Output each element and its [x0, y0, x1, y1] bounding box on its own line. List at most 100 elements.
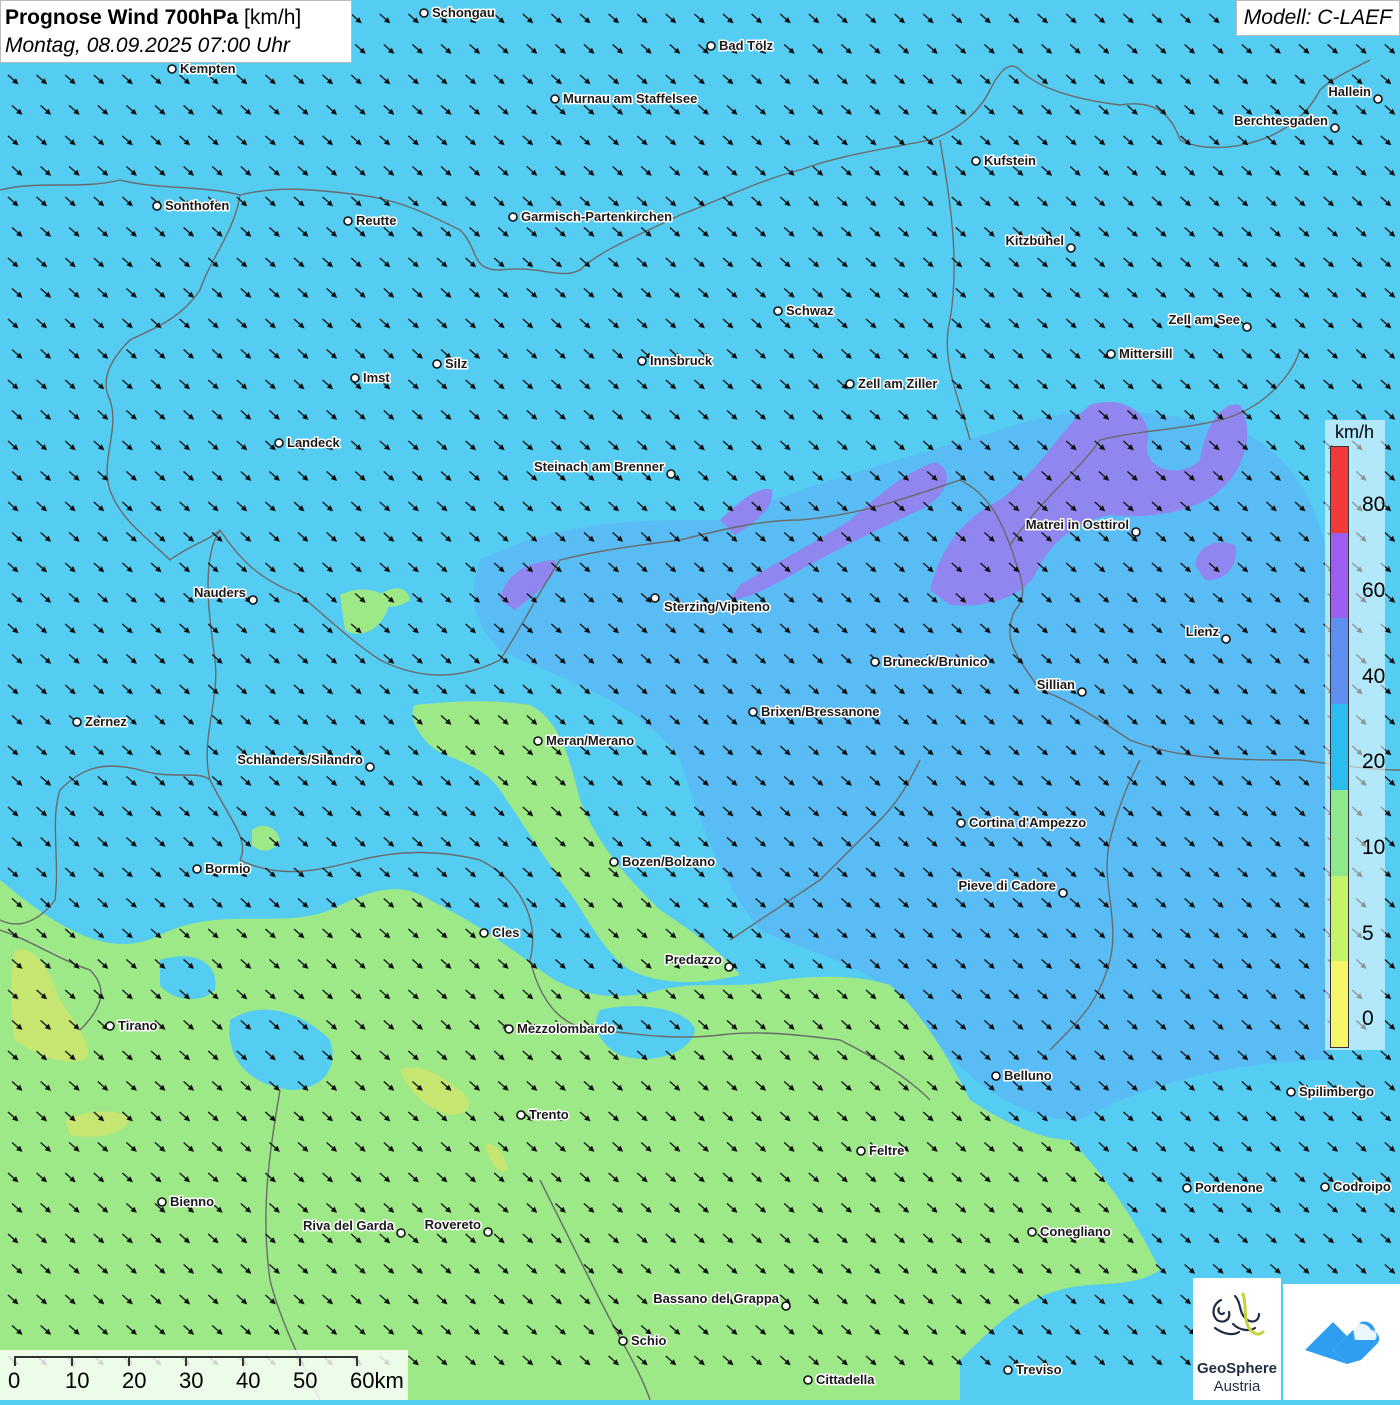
city-label: Silz [445, 356, 468, 371]
scale-tick [185, 1356, 187, 1366]
city-dot-icon [432, 359, 442, 369]
city-marker[interactable]: Mezzolombardo [504, 1020, 617, 1038]
city-marker[interactable]: Schongau [419, 4, 496, 22]
legend-colorbar [1330, 446, 1349, 1048]
city-dot-icon [650, 593, 660, 603]
weather-app-icon [1305, 1321, 1380, 1364]
city-label: Schongau [432, 5, 495, 20]
city-dot-icon [724, 962, 734, 972]
city-dot-icon [1077, 687, 1087, 697]
city-dot-icon [637, 356, 647, 366]
city-label: Pieve di Cadore [958, 878, 1056, 893]
city-label: Mezzolombardo [517, 1021, 615, 1036]
scale-tick [128, 1356, 130, 1366]
city-label: Schlanders/Silandro [237, 752, 363, 767]
city-label: Spilimbergo [1299, 1084, 1374, 1099]
scale-label: 30 [179, 1368, 204, 1393]
legend: km/h 80 60 40 20 10 5 0 [1325, 420, 1385, 1050]
city-dot-icon [365, 762, 375, 772]
city-dot-icon [618, 1336, 628, 1346]
title-main: Prognose Wind 700hPa [5, 6, 239, 29]
city-label: Pordenone [1195, 1180, 1263, 1195]
city-label: Conegliano [1040, 1224, 1111, 1239]
city-label: Imst [363, 370, 390, 385]
city-marker[interactable]: Garmisch-Partenkirchen [508, 208, 674, 226]
city-dot-icon [845, 379, 855, 389]
city-marker[interactable]: Innsbruck [637, 352, 714, 370]
city-marker[interactable]: Sonthofen [152, 197, 231, 215]
city-dot-icon [956, 818, 966, 828]
city-dot-icon [1320, 1182, 1330, 1192]
city-label: Kufstein [984, 153, 1036, 168]
city-label: Bormio [205, 861, 251, 876]
city-label: Reutte [356, 213, 396, 228]
city-marker[interactable]: Cortina d'Ampezzo [956, 814, 1088, 832]
city-marker[interactable]: Bozen/Bolzano [609, 853, 717, 871]
city-dot-icon [248, 595, 258, 605]
scale-tick [71, 1356, 73, 1366]
legend-label: 80 [1362, 493, 1386, 517]
city-marker[interactable]: Conegliano [1027, 1223, 1112, 1241]
scale-bar: 0 10 20 30 40 50 60km [0, 1350, 408, 1400]
city-label: Zell am See [1168, 312, 1240, 327]
model-label: Modell: C-LAEF [1235, 0, 1400, 36]
city-dot-icon [856, 1146, 866, 1156]
scale-label: 50 [293, 1368, 318, 1393]
title-box: Prognose Wind 700hPa [km/h] Montag, 08.0… [0, 0, 352, 63]
legend-label: 10 [1362, 836, 1386, 859]
city-label: Zernez [85, 714, 127, 729]
city-marker[interactable]: Spilimbergo [1286, 1083, 1376, 1101]
city-label: Kempten [180, 61, 236, 76]
city-label: Bruneck/Brunico [883, 654, 988, 669]
legend-swatch [1331, 704, 1348, 790]
legend-swatch [1331, 447, 1348, 533]
city-marker[interactable]: Brixen/Bressanone [748, 703, 881, 721]
city-dot-icon [479, 928, 489, 938]
legend-label: 5 [1362, 921, 1374, 945]
city-dot-icon [167, 64, 177, 74]
city-label: Cortina d'Ampezzo [969, 815, 1086, 830]
city-label: Kitzbühel [1006, 233, 1065, 248]
city-label: Tirano [118, 1018, 158, 1033]
city-dot-icon [533, 736, 543, 746]
weather-app-logo[interactable] [1283, 1284, 1400, 1400]
city-label: Zell am Ziller [858, 376, 937, 391]
city-dot-icon [1058, 888, 1068, 898]
city-marker[interactable]: Meran/Merano [533, 732, 636, 750]
city-dot-icon [1131, 527, 1141, 537]
city-label: Treviso [1016, 1362, 1062, 1377]
city-dot-icon [773, 306, 783, 316]
legend-label: 40 [1362, 664, 1386, 688]
legend-swatch [1331, 875, 1348, 962]
wind-map[interactable]: Schongau Bad Tölz Kempten Murnau am Staffel… [0, 0, 1400, 1400]
city-marker[interactable]: Bruneck/Brunico [870, 653, 989, 671]
city-label: Mittersill [1119, 346, 1172, 361]
city-dot-icon [1066, 243, 1076, 253]
city-label: Murnau am Staffelsee [563, 91, 697, 106]
forecast-datetime: Montag, 08.09.2025 07:00 Uhr [5, 34, 290, 57]
city-dot-icon [483, 1227, 493, 1237]
city-dot-icon [1027, 1227, 1037, 1237]
city-dot-icon [748, 707, 758, 717]
city-label: Cles [492, 925, 519, 940]
city-marker[interactable]: Zell am Ziller [845, 375, 939, 393]
city-marker[interactable]: Murnau am Staffelsee [550, 90, 699, 108]
city-label: Landeck [287, 435, 341, 450]
city-label: Rovereto [425, 1217, 481, 1232]
city-marker[interactable]: Pordenone [1182, 1179, 1264, 1197]
city-dot-icon [550, 94, 560, 104]
city-dot-icon [396, 1228, 406, 1238]
scale-label: 0 [8, 1368, 21, 1393]
city-label: Brixen/Bressanone [761, 704, 880, 719]
city-dot-icon [1106, 349, 1116, 359]
city-label: Meran/Merano [546, 733, 634, 748]
geosphere-logo-icon [1212, 1292, 1265, 1336]
city-label: Predazzo [665, 952, 722, 967]
city-dot-icon [1373, 94, 1383, 104]
city-label: Schio [631, 1333, 666, 1348]
city-label: Steinach am Brenner [534, 459, 664, 474]
city-label: Feltre [869, 1143, 904, 1158]
scale-label: 20 [122, 1368, 147, 1393]
scale-tick [242, 1356, 244, 1366]
city-dot-icon [781, 1301, 791, 1311]
